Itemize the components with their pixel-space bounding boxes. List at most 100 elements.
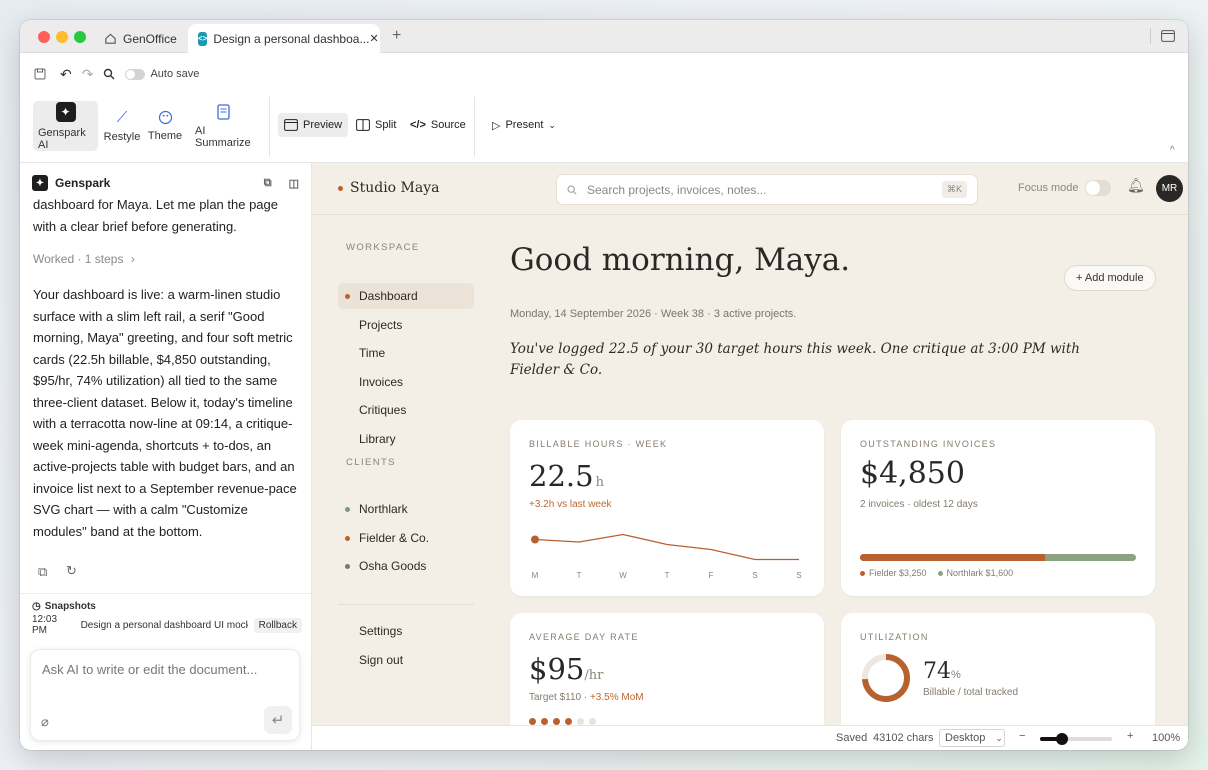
billable-value: 22.5 bbox=[529, 459, 594, 493]
nav-label: Settings bbox=[359, 624, 403, 638]
tab-document[interactable]: <> Design a personal dashboa... ✕ bbox=[188, 24, 380, 53]
nav-item-projects[interactable]: Projects bbox=[338, 312, 474, 338]
add-module-button[interactable]: + Add module bbox=[1064, 265, 1156, 291]
snapshot-time: 12:03 PM bbox=[32, 614, 58, 636]
date-line: Monday, 14 September 2026 · Week 38 · 3 … bbox=[510, 308, 797, 320]
close-window-button[interactable] bbox=[38, 31, 50, 43]
genspark-ai-button[interactable]: ✦ Genspark AI bbox=[33, 101, 98, 151]
nav-dot bbox=[345, 535, 350, 541]
collapse-ribbon-icon[interactable]: ^ bbox=[1170, 145, 1175, 156]
rate-level-dot bbox=[577, 718, 584, 725]
nav-item-settings[interactable]: Settings bbox=[338, 618, 474, 644]
nav-item-time[interactable]: Time bbox=[338, 340, 474, 366]
avatar[interactable]: MR bbox=[1156, 175, 1183, 202]
snapshot-title: Design a personal dashboard UI mock bbox=[80, 619, 248, 631]
zoom-slider[interactable] bbox=[1040, 733, 1112, 745]
split-icon bbox=[356, 119, 370, 131]
client-fielder-co[interactable]: Fielder & Co. bbox=[338, 525, 474, 551]
device-select[interactable]: Desktop ⌄ bbox=[939, 729, 1005, 747]
worked-label: Worked · 1 steps bbox=[33, 252, 124, 266]
invoices-sub: 2 invoices · oldest 12 days bbox=[860, 499, 978, 510]
sparkle-icon: ✦ bbox=[55, 101, 76, 122]
snapshots-header: ◷ Snapshots bbox=[32, 601, 96, 612]
average-day-rate-card[interactable]: AVERAGE DAY RATE $95/hr Target $110 · +3… bbox=[510, 613, 824, 725]
snapshot-row[interactable]: 12:03 PM Design a personal dashboard UI … bbox=[32, 614, 302, 636]
theme-label: Theme bbox=[147, 130, 183, 142]
undo-icon[interactable]: ↶ bbox=[60, 66, 72, 83]
brand-name: Studio Maya bbox=[350, 180, 440, 196]
day-tick-label: F bbox=[709, 571, 714, 580]
source-button[interactable]: </> Source bbox=[404, 113, 472, 137]
billable-hours-card[interactable]: BILLABLE HOURS · WEEK 22.5 h +3.2h vs las… bbox=[510, 420, 824, 596]
preview-label: Preview bbox=[303, 119, 343, 131]
client-osha-goods[interactable]: Osha Goods bbox=[338, 553, 474, 579]
minimize-window-button[interactable] bbox=[56, 31, 68, 43]
client-northlark[interactable]: Northlark bbox=[338, 496, 474, 522]
util-value-row: 74% bbox=[923, 659, 961, 684]
nav-item-sign-out[interactable]: Sign out bbox=[338, 647, 474, 673]
sparkle-icon: ✦ bbox=[32, 175, 48, 191]
billable-value-row: 22.5 h bbox=[529, 459, 604, 493]
nav-label: Sign out bbox=[359, 652, 404, 667]
outstanding-invoices-card[interactable]: OUTSTANDING INVOICES $4,850 2 invoices ·… bbox=[841, 420, 1155, 596]
tab-genoffice[interactable]: GenOffice bbox=[94, 24, 187, 53]
close-tab-icon[interactable]: ✕ bbox=[369, 32, 378, 45]
restyle-label: Restyle bbox=[103, 131, 141, 143]
panel-layout-icon[interactable]: ◫ bbox=[289, 177, 299, 190]
nav-item-critiques[interactable]: Critiques bbox=[338, 397, 474, 423]
search-input[interactable]: Search projects, invoices, notes... bbox=[587, 183, 766, 197]
nav-label: Critiques bbox=[359, 403, 407, 418]
ai-summarize-button[interactable]: AI Summarize bbox=[190, 101, 258, 151]
focus-mode-toggle[interactable] bbox=[1085, 180, 1111, 196]
zoom-level: 100% bbox=[1152, 732, 1181, 744]
zoom-in-button[interactable]: + bbox=[1127, 730, 1133, 742]
rollback-button[interactable]: Rollback bbox=[253, 617, 302, 633]
new-tab-button[interactable]: + bbox=[392, 27, 401, 45]
worked-steps[interactable]: Worked · 1 steps › bbox=[33, 252, 135, 266]
nav-item-invoices[interactable]: Invoices bbox=[338, 369, 474, 395]
legend-dot bbox=[860, 570, 865, 576]
chat-input-box: Ask AI to write or edit the document... … bbox=[30, 649, 300, 741]
autosave-toggle[interactable] bbox=[125, 68, 146, 80]
bell-icon[interactable]: 🔔︎ bbox=[1127, 177, 1145, 194]
rate-unit: /hr bbox=[584, 668, 604, 683]
search-box[interactable]: Search projects, invoices, notes... ⌘K bbox=[556, 174, 978, 205]
zoom-handle[interactable] bbox=[1055, 733, 1068, 745]
maximize-window-button[interactable] bbox=[74, 31, 86, 43]
rate-value: $95 bbox=[529, 652, 585, 686]
nav-label: Library bbox=[359, 432, 396, 446]
utilization-card[interactable]: UTILIZATION 74% Billable / total tracked bbox=[841, 613, 1155, 725]
autosave-label: Auto save bbox=[150, 68, 200, 80]
copy-icon[interactable]: ⧉ bbox=[38, 564, 47, 580]
regenerate-icon[interactable]: ↻ bbox=[66, 563, 77, 579]
chat-input[interactable]: Ask AI to write or edit the document... bbox=[42, 662, 257, 677]
nav-item-library[interactable]: Library bbox=[338, 426, 474, 452]
assistant-reply: Your dashboard is live: a warm-linen stu… bbox=[33, 287, 297, 539]
split-button[interactable]: Split bbox=[350, 113, 402, 137]
dashboard-preview: Studio Maya Search projects, invoices, n… bbox=[312, 163, 1188, 725]
magic-wand-icon: ⟋ bbox=[116, 109, 128, 126]
attachment-icon[interactable]: ⌀ bbox=[41, 714, 49, 730]
sidebar-toggle-icon[interactable] bbox=[1161, 30, 1175, 42]
search-icon[interactable] bbox=[103, 68, 115, 80]
nav-dot bbox=[345, 564, 350, 570]
theme-button[interactable]: Theme bbox=[146, 101, 184, 151]
preview-button[interactable]: Preview bbox=[278, 113, 349, 137]
restyle-button[interactable]: ⟋ Restyle bbox=[102, 101, 142, 151]
focus-mode-label: Focus mode bbox=[1018, 182, 1079, 194]
legend-northlark: Northlark $1,600 bbox=[946, 568, 1014, 578]
toggle-knob bbox=[1086, 181, 1100, 195]
present-button[interactable]: ▷ Present ⌄ bbox=[486, 113, 562, 137]
card-label: OUTSTANDING INVOICES bbox=[860, 439, 997, 449]
brand-dot bbox=[338, 186, 343, 191]
save-icon[interactable] bbox=[34, 68, 46, 80]
day-tick-label: T bbox=[577, 571, 582, 580]
zoom-out-button[interactable]: − bbox=[1019, 730, 1025, 742]
nav-item-dashboard[interactable]: Dashboard bbox=[338, 283, 474, 309]
new-chat-icon[interactable]: ⧉ bbox=[264, 177, 272, 190]
clock-icon: ◷ bbox=[32, 601, 41, 612]
genspark-ai-label: Genspark AI bbox=[38, 126, 86, 151]
rate-target: Target $110 · bbox=[529, 692, 590, 703]
redo-icon[interactable]: ↷ bbox=[82, 66, 94, 83]
send-button[interactable]: ↵ bbox=[264, 706, 292, 734]
